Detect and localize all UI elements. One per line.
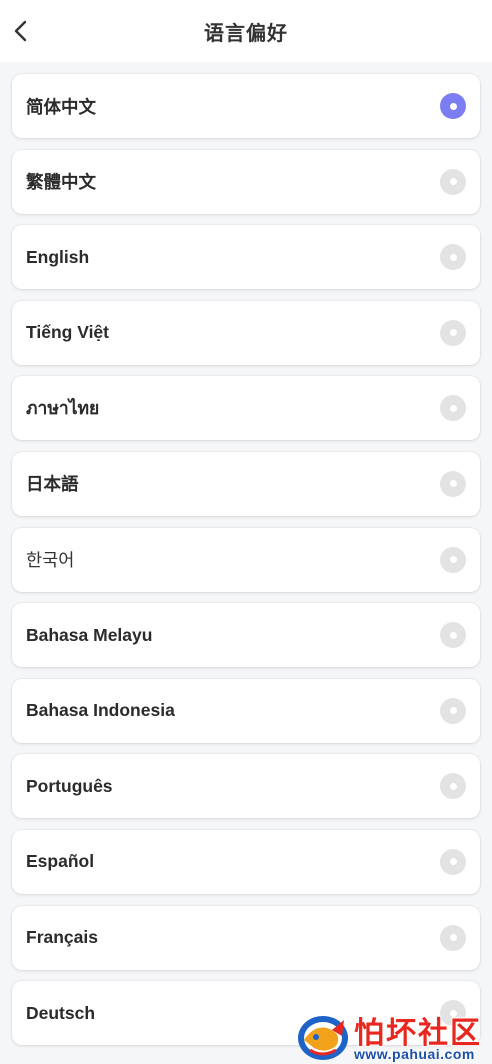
radio-icon[interactable] (440, 848, 466, 875)
language-option[interactable]: Bahasa Melayu (12, 603, 480, 668)
radio-icon[interactable] (440, 470, 466, 497)
back-button[interactable] (6, 14, 36, 48)
radio-icon[interactable] (440, 773, 466, 800)
language-option[interactable]: Español (12, 829, 480, 894)
radio-icon[interactable] (440, 546, 466, 573)
site-watermark: 怕坏社区 www.pahuai.com (296, 1008, 492, 1064)
language-option[interactable]: Bahasa Indonesia (12, 678, 480, 743)
radio-icon[interactable] (440, 168, 466, 195)
language-label: Tiếng Việt (26, 322, 109, 343)
language-label: 繁體中文 (26, 172, 96, 193)
language-option[interactable]: 한국어 (12, 527, 480, 592)
radio-icon[interactable] (440, 244, 466, 271)
top-bar: 语言偏好 (0, 0, 492, 62)
language-option[interactable]: 日本語 (12, 451, 480, 516)
radio-icon[interactable] (440, 395, 466, 422)
language-option[interactable]: 简体中文 (12, 74, 480, 138)
language-label: 简体中文 (26, 96, 96, 117)
language-label: Bahasa Indonesia (26, 700, 175, 721)
radio-icon[interactable] (440, 924, 466, 951)
radio-icon[interactable] (440, 319, 466, 346)
language-list: 简体中文 繁體中文 English Tiếng Việt ภาษาไทย 日本語… (12, 74, 480, 1057)
language-option[interactable]: Tiếng Việt (12, 300, 480, 365)
language-option[interactable]: Português (12, 754, 480, 819)
language-label: 한국어 (26, 550, 75, 571)
language-option[interactable]: Français (12, 905, 480, 970)
language-option[interactable]: ภาษาไทย (12, 376, 480, 441)
radio-icon[interactable] (440, 93, 466, 119)
watermark-url: www.pahuai.com (354, 1046, 475, 1062)
language-label: Bahasa Melayu (26, 624, 153, 645)
radio-icon[interactable] (440, 622, 466, 649)
language-option[interactable]: English (12, 225, 480, 290)
language-label: Español (26, 851, 95, 872)
language-label: Français (26, 927, 98, 948)
chevron-left-icon (14, 20, 27, 42)
language-option[interactable]: 繁體中文 (12, 149, 480, 214)
page-title: 语言偏好 (204, 22, 288, 45)
language-label: ภาษาไทย (26, 398, 100, 419)
fish-logo-icon (298, 1016, 348, 1060)
language-label: Deutsch (26, 1002, 96, 1023)
language-label: English (26, 246, 90, 267)
language-label: 日本語 (26, 474, 79, 495)
radio-icon[interactable] (440, 697, 466, 724)
language-label: Português (26, 775, 113, 796)
